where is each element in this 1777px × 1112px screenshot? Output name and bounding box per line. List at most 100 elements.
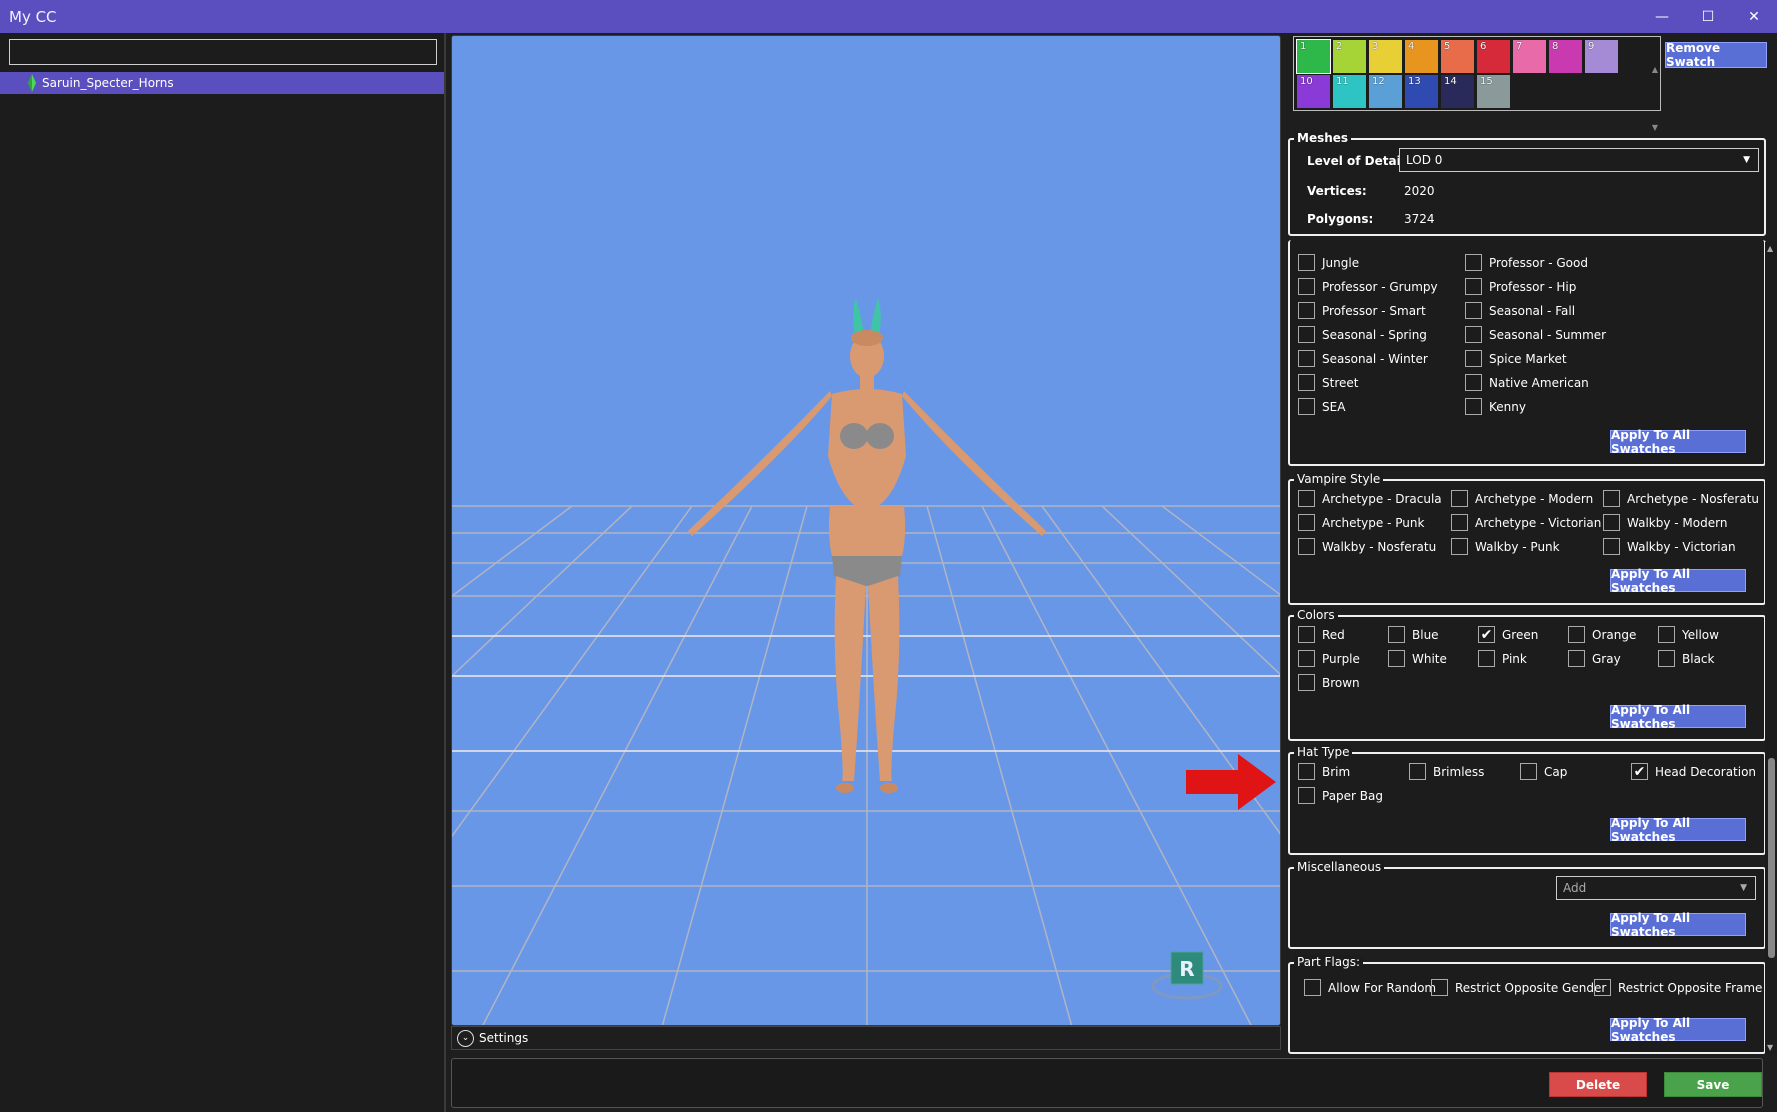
vampire-option[interactable]: Walkby - Modern <box>1603 514 1727 531</box>
checkbox-icon[interactable] <box>1298 374 1315 391</box>
hat-option[interactable]: Cap <box>1520 763 1567 780</box>
misc-add-dropdown[interactable]: Add ▼ <box>1556 876 1756 900</box>
color-option[interactable]: Red <box>1298 626 1345 643</box>
hat-option[interactable]: Paper Bag <box>1298 787 1383 804</box>
checkbox-icon[interactable] <box>1298 514 1315 531</box>
color-option[interactable]: ✔ Green <box>1478 626 1538 643</box>
vampire-option[interactable]: Archetype - Punk <box>1298 514 1424 531</box>
checkbox-icon[interactable] <box>1568 626 1585 643</box>
checkbox-icon[interactable] <box>1388 650 1405 667</box>
style-option[interactable]: SEA <box>1298 398 1345 415</box>
checkbox-icon[interactable] <box>1603 490 1620 507</box>
preview-viewport[interactable]: R <box>451 35 1281 1026</box>
swatch-3[interactable]: 3 <box>1369 40 1402 73</box>
checkbox-icon[interactable] <box>1298 763 1315 780</box>
vampire-option[interactable]: Archetype - Dracula <box>1298 490 1442 507</box>
tree-item-selected[interactable]: Saruin_Specter_Horns <box>0 72 444 94</box>
flags-apply-button[interactable]: Apply To All Swatches <box>1610 1016 1746 1044</box>
lod-dropdown[interactable]: LOD 0 ▼ <box>1399 148 1759 172</box>
style-option[interactable]: Seasonal - Spring <box>1298 326 1427 343</box>
style-option[interactable]: Professor - Smart <box>1298 302 1426 319</box>
checkbox-icon[interactable] <box>1594 979 1611 996</box>
remove-swatch-button[interactable]: Remove Swatch <box>1665 41 1767 69</box>
style-apply-button[interactable]: Apply To All Swatches <box>1610 428 1746 456</box>
color-option[interactable]: Black <box>1658 650 1714 667</box>
minimize-icon[interactable]: — <box>1639 0 1685 33</box>
checkbox-icon[interactable] <box>1298 398 1315 415</box>
hat-option[interactable]: ✔ Head Decoration <box>1631 763 1756 780</box>
checkbox-icon[interactable] <box>1298 490 1315 507</box>
style-option[interactable]: Professor - Hip <box>1465 278 1576 295</box>
checkbox-icon[interactable] <box>1431 979 1448 996</box>
properties-scrollbar[interactable]: ▲ ▼ <box>1765 242 1777 1054</box>
checkbox-icon[interactable] <box>1409 763 1426 780</box>
swatch-15[interactable]: 15 <box>1477 75 1510 108</box>
colors-apply-button[interactable]: Apply To All Swatches <box>1610 703 1746 731</box>
swatch-8[interactable]: 8 <box>1549 40 1582 73</box>
color-option[interactable]: Pink <box>1478 650 1527 667</box>
vampire-option[interactable]: Archetype - Victorian <box>1451 514 1601 531</box>
style-option[interactable]: Street <box>1298 374 1358 391</box>
delete-button[interactable]: Delete <box>1549 1072 1647 1097</box>
misc-apply-button[interactable]: Apply To All Swatches <box>1610 911 1746 939</box>
style-option[interactable]: Spice Market <box>1465 350 1567 367</box>
checkbox-icon[interactable] <box>1298 302 1315 319</box>
checkbox-icon[interactable] <box>1298 787 1315 804</box>
checkbox-icon[interactable] <box>1298 626 1315 643</box>
checkbox-icon[interactable] <box>1388 626 1405 643</box>
checkbox-checked-icon[interactable]: ✔ <box>1478 626 1495 643</box>
style-option[interactable]: Jungle <box>1298 254 1359 271</box>
settings-toggle[interactable]: ⌄ Settings <box>451 1026 1281 1050</box>
checkbox-icon[interactable] <box>1298 538 1315 555</box>
checkbox-icon[interactable] <box>1451 538 1468 555</box>
style-option[interactable]: Seasonal - Winter <box>1298 350 1428 367</box>
swatch-2[interactable]: 2 <box>1333 40 1366 73</box>
style-option[interactable]: Native American <box>1465 374 1589 391</box>
checkbox-icon[interactable] <box>1298 674 1315 691</box>
style-option[interactable]: Seasonal - Fall <box>1465 302 1575 319</box>
checkbox-icon[interactable] <box>1451 514 1468 531</box>
hat-option[interactable]: Brim <box>1298 763 1350 780</box>
maximize-icon[interactable]: ☐ <box>1685 0 1731 33</box>
color-option[interactable]: Yellow <box>1658 626 1719 643</box>
checkbox-icon[interactable] <box>1658 650 1675 667</box>
vampire-option[interactable]: Archetype - Nosferatu <box>1603 490 1759 507</box>
checkbox-icon[interactable] <box>1603 514 1620 531</box>
checkbox-icon[interactable] <box>1465 278 1482 295</box>
flag-option[interactable]: Restrict Opposite Gender <box>1431 979 1606 996</box>
scrollbar-thumb[interactable] <box>1768 758 1775 958</box>
checkbox-icon[interactable] <box>1465 254 1482 271</box>
scroll-up-icon[interactable]: ▲ <box>1767 244 1773 253</box>
checkbox-icon[interactable] <box>1465 302 1482 319</box>
checkbox-icon[interactable] <box>1465 350 1482 367</box>
swatch-1[interactable]: 1 <box>1296 39 1331 74</box>
swatch-7[interactable]: 7 <box>1513 40 1546 73</box>
checkbox-icon[interactable] <box>1603 538 1620 555</box>
swatch-5[interactable]: 5 <box>1441 40 1474 73</box>
vampire-option[interactable]: Walkby - Nosferatu <box>1298 538 1436 555</box>
close-icon[interactable]: ✕ <box>1731 0 1777 33</box>
flag-option[interactable]: Allow For Random <box>1304 979 1436 996</box>
style-option[interactable]: Kenny <box>1465 398 1526 415</box>
color-option[interactable]: Blue <box>1388 626 1439 643</box>
flag-option[interactable]: Restrict Opposite Frame <box>1594 979 1762 996</box>
checkbox-icon[interactable] <box>1520 763 1537 780</box>
swatch-14[interactable]: 14 <box>1441 75 1474 108</box>
color-option[interactable]: Orange <box>1568 626 1636 643</box>
vampire-option[interactable]: Archetype - Modern <box>1451 490 1593 507</box>
checkbox-icon[interactable] <box>1304 979 1321 996</box>
color-option[interactable]: Brown <box>1298 674 1360 691</box>
hat-apply-button[interactable]: Apply To All Swatches <box>1610 816 1746 844</box>
vampire-option[interactable]: Walkby - Victorian <box>1603 538 1736 555</box>
checkbox-icon[interactable] <box>1568 650 1585 667</box>
checkbox-icon[interactable] <box>1298 650 1315 667</box>
hat-option[interactable]: Brimless <box>1409 763 1484 780</box>
swatch-6[interactable]: 6 <box>1477 40 1510 73</box>
save-button[interactable]: Save <box>1664 1072 1762 1097</box>
checkbox-icon[interactable] <box>1298 278 1315 295</box>
style-option[interactable]: Seasonal - Summer <box>1465 326 1606 343</box>
checkbox-icon[interactable] <box>1298 254 1315 271</box>
color-option[interactable]: Gray <box>1568 650 1621 667</box>
style-option[interactable]: Professor - Grumpy <box>1298 278 1438 295</box>
color-option[interactable]: White <box>1388 650 1447 667</box>
